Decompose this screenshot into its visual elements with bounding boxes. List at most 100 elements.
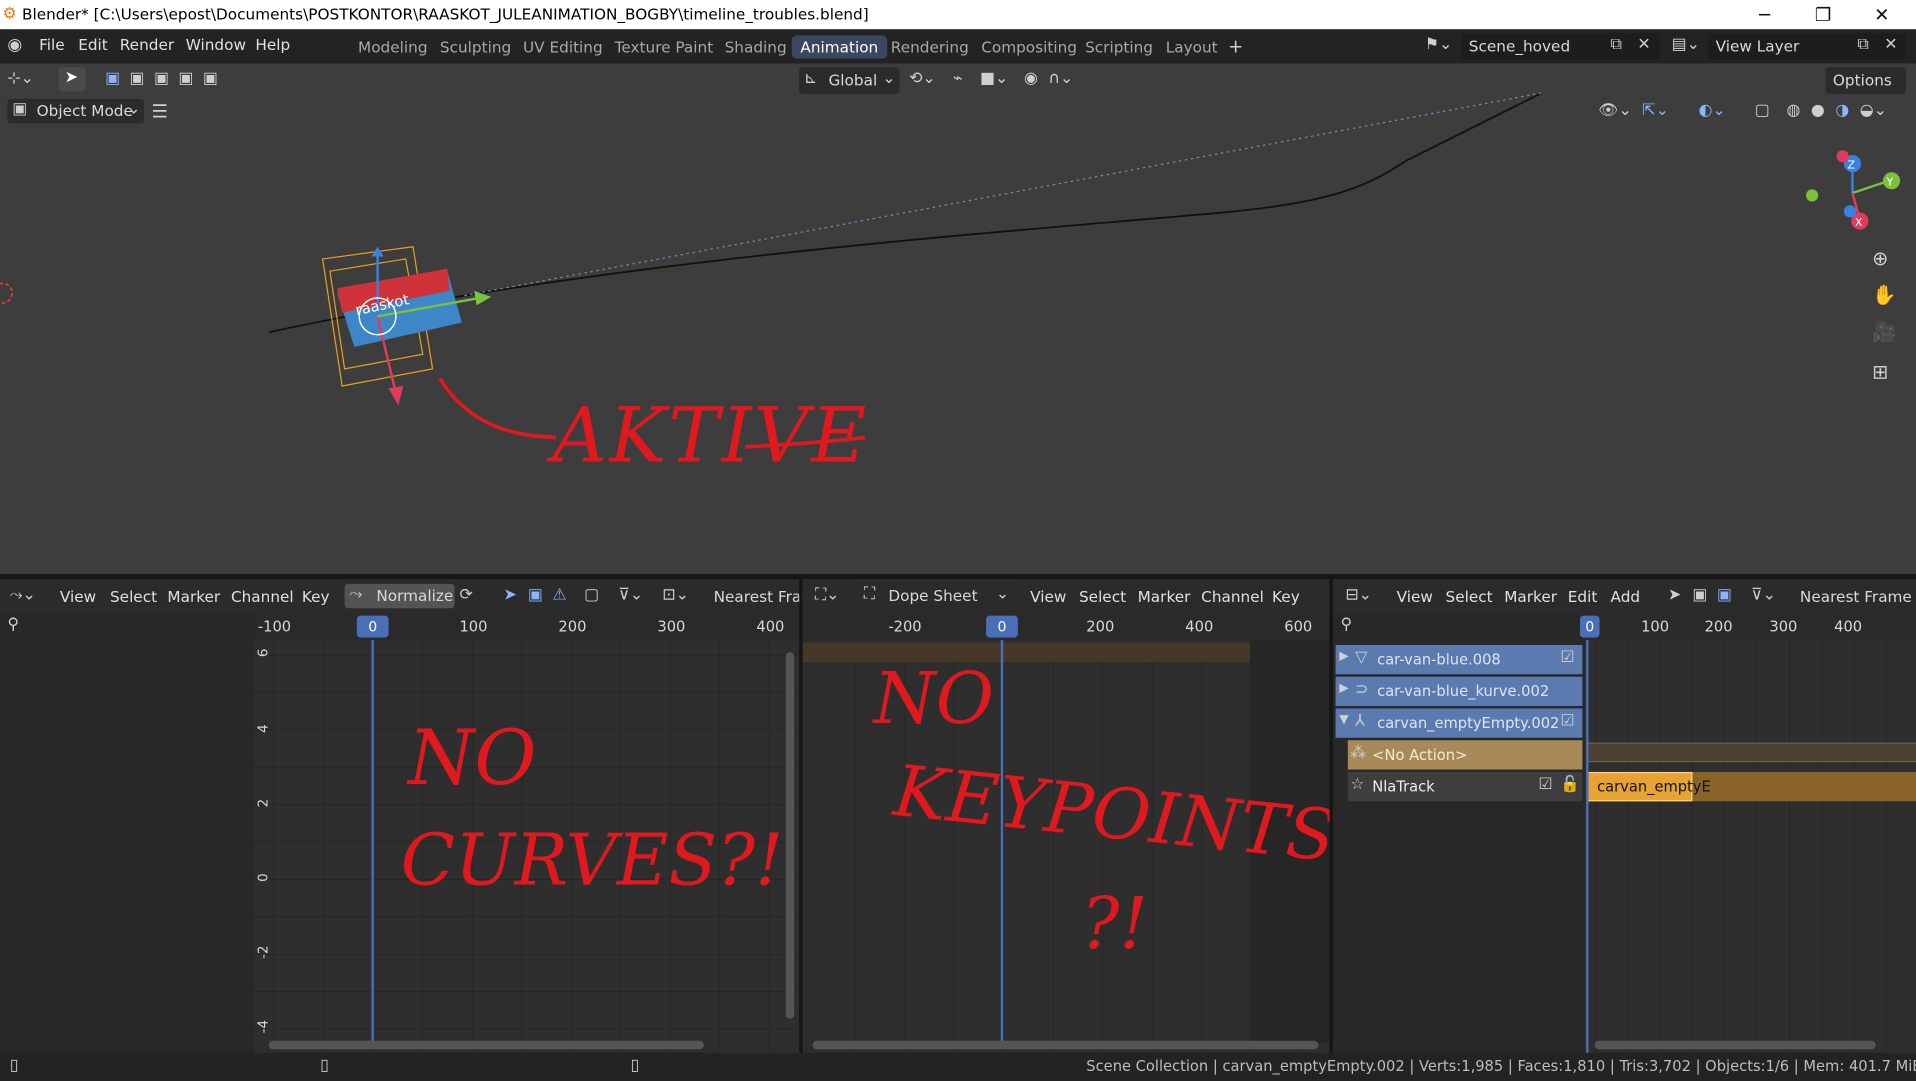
dope-sheet-mode-dropdown[interactable]: ⛶ Dope Sheet ⌄ xyxy=(859,583,1013,609)
only-selected-icon[interactable]: ➤ xyxy=(1668,586,1681,604)
normalize-toggle[interactable]: ⤳ Normalize xyxy=(344,583,455,609)
graph-menu-channel[interactable]: Channel xyxy=(231,588,294,606)
menu-render[interactable]: Render xyxy=(120,35,174,53)
search-icon[interactable]: ⚲ xyxy=(1340,616,1352,634)
graph-menu-select[interactable]: Select xyxy=(110,588,157,606)
dope-menu-channel[interactable]: Channel xyxy=(1201,588,1264,606)
star-icon[interactable]: ☆ xyxy=(1350,776,1364,794)
graph-vertical-scrollbar[interactable] xyxy=(785,652,795,1019)
new-view-layer-icon[interactable]: ⧉ xyxy=(1857,35,1868,53)
nla-channel-object[interactable]: ▼ ⅄ carvan_emptyEmpty.002 ☑ xyxy=(1335,708,1583,738)
editor-type-icon[interactable]: ⊟⌄ xyxy=(1345,586,1372,604)
checkbox-icon[interactable]: ☑ xyxy=(1538,776,1552,794)
blender-menu-icon[interactable]: ◉ xyxy=(7,35,22,55)
nla-channel-object[interactable]: ▶ ▽ car-van-blue.008 ☑ xyxy=(1335,644,1583,675)
graph-menu-key[interactable]: Key xyxy=(302,588,330,606)
delete-scene-icon[interactable]: ✕ xyxy=(1637,35,1650,53)
tab-layout[interactable]: Layout xyxy=(1157,35,1226,58)
minimize-button[interactable]: ─ xyxy=(1740,1,1789,28)
dope-time-ruler[interactable]: -200 200 400 600 xyxy=(802,613,1330,641)
graph-channel-list[interactable]: ⚲ xyxy=(0,613,255,1053)
tab-rendering[interactable]: Rendering xyxy=(882,35,977,58)
nla-menu-marker[interactable]: Marker xyxy=(1504,588,1557,606)
nla-playhead[interactable]: 0 xyxy=(1579,615,1600,638)
nla-snap-label[interactable]: Nearest Frame xyxy=(1800,588,1912,606)
tab-animation[interactable]: Animation xyxy=(791,35,887,59)
search-icon[interactable]: ⚲ xyxy=(7,616,19,634)
view-layer-field[interactable]: View Layer ⧉ ✕ xyxy=(1708,32,1907,60)
nla-strip[interactable]: carvan_emptyE xyxy=(1587,771,1711,802)
dope-horizontal-scrollbar[interactable] xyxy=(812,1040,1319,1050)
close-button[interactable]: ✕ xyxy=(1857,1,1906,28)
tab-modeling[interactable]: Modeling xyxy=(349,35,436,58)
tab-uv-editing[interactable]: UV Editing xyxy=(514,35,611,58)
pin-icon[interactable]: ▢ xyxy=(584,586,599,604)
tab-scripting[interactable]: Scripting xyxy=(1077,35,1162,58)
delete-view-layer-icon[interactable]: ✕ xyxy=(1884,35,1897,53)
nla-menu-select[interactable]: Select xyxy=(1446,588,1493,606)
nla-horizontal-scrollbar[interactable] xyxy=(1594,1040,1876,1050)
nla-menu-add[interactable]: Add xyxy=(1611,588,1641,606)
hand-pan-icon[interactable]: ✋ xyxy=(1872,283,1896,306)
add-workspace-icon[interactable]: + xyxy=(1228,35,1243,57)
tab-sculpting[interactable]: Sculpting xyxy=(431,35,519,58)
expand-arrow-icon[interactable]: ▶ xyxy=(1339,682,1348,695)
menu-edit[interactable]: Edit xyxy=(78,35,108,53)
expand-arrow-icon[interactable]: ▶ xyxy=(1339,650,1348,663)
lock-icon[interactable]: 🔓 xyxy=(1560,776,1580,794)
nla-channel-list[interactable]: ⚲ ▶ ▽ car-van-blue.008 ☑ ▶ ⊃ car-van-blu… xyxy=(1333,613,1585,1053)
editor-type-icon[interactable]: ⤳⌄ xyxy=(10,586,36,604)
filter-icon[interactable]: ⊽⌄ xyxy=(1751,586,1776,604)
checkbox-icon[interactable]: ☑ xyxy=(1560,649,1574,667)
dope-menu-view[interactable]: View xyxy=(1030,588,1066,606)
new-scene-icon[interactable]: ⧉ xyxy=(1611,35,1622,53)
menu-window[interactable]: Window xyxy=(186,35,246,53)
editor-type-icon[interactable]: ⛶⌄ xyxy=(815,586,839,604)
graph-editor[interactable]: ⤳⌄ View Select Marker Channel Key ⤳ Norm… xyxy=(0,578,816,1053)
nla-menu-edit[interactable]: Edit xyxy=(1568,588,1598,606)
zoom-icon[interactable]: ⊕ xyxy=(1872,247,1888,270)
graph-time-ruler[interactable]: -100 100 200 300 400 xyxy=(254,613,800,641)
only-errors-icon[interactable]: ⚠ xyxy=(552,586,566,604)
nla-channel-object[interactable]: ▶ ⊃ car-van-blue_kurve.002 xyxy=(1335,676,1583,707)
view-layer-selector-icon[interactable]: ▤⌄ xyxy=(1672,35,1700,53)
dope-sheet-editor[interactable]: ⛶⌄ ⛶ Dope Sheet ⌄ View Select Marker Cha… xyxy=(802,578,1339,1053)
3d-viewport[interactable]: ⊹⌄ ➤ ▣ ▣ ▣ ▣ ▣ ⊾ Global ⌄ ⟲⌄ ⌁ ■⌄ ◉ ∩⌄ O… xyxy=(0,63,1916,575)
collapse-arrow-icon[interactable]: ▼ xyxy=(1339,713,1348,726)
nla-time-ruler[interactable]: 100 200 300 400 xyxy=(1584,613,1916,641)
filter-icon[interactable]: ⊽⌄ xyxy=(618,586,643,604)
tab-compositing[interactable]: Compositing xyxy=(973,35,1086,58)
nla-track[interactable]: ☆ NlaTrack ☑ 🔓 xyxy=(1347,771,1583,802)
include-missing-icon[interactable]: ▣ xyxy=(1717,586,1732,604)
tab-shading[interactable]: Shading xyxy=(716,35,795,58)
checkbox-icon[interactable]: ☑ xyxy=(1560,712,1574,730)
menu-help[interactable]: Help xyxy=(255,35,290,53)
show-hidden-icon[interactable]: ▣ xyxy=(528,586,543,604)
graph-horizontal-scrollbar[interactable] xyxy=(268,1040,704,1050)
graph-menu-view[interactable]: View xyxy=(60,588,96,606)
dope-menu-select[interactable]: Select xyxy=(1079,588,1126,606)
axis-x-label: X xyxy=(1855,216,1863,229)
camera-icon[interactable]: 🎥 xyxy=(1872,320,1896,343)
dope-menu-key[interactable]: Key xyxy=(1272,588,1300,606)
car-van-object xyxy=(321,246,492,406)
nla-editor[interactable]: ⊟⌄ View Select Marker Edit Add ➤ ▣ ▣ ⊽⌄ … xyxy=(1333,578,1916,1053)
nla-area[interactable] xyxy=(1584,640,1916,1053)
show-hidden-icon[interactable]: ▣ xyxy=(1692,586,1707,604)
tab-texture-paint[interactable]: Texture Paint xyxy=(606,35,722,58)
scene-selector-icon[interactable]: ⚑⌄ xyxy=(1425,35,1453,53)
scene-field[interactable]: Scene_hoved ⧉ ✕ xyxy=(1461,32,1660,60)
grid-toggle-icon[interactable]: ⊞ xyxy=(1872,360,1888,383)
only-selected-icon[interactable]: ➤ xyxy=(503,586,516,604)
nla-action-line[interactable]: ⁂ <No Action> xyxy=(1347,740,1583,770)
restore-button[interactable]: ❐ xyxy=(1799,1,1848,28)
refresh-icon[interactable]: ⟳ xyxy=(459,586,472,604)
nla-menu-view[interactable]: View xyxy=(1397,588,1433,606)
graph-playhead[interactable]: 0 xyxy=(356,615,389,638)
pivot-icon[interactable]: ⊡⌄ xyxy=(662,586,689,604)
dope-sheet-mode-label: Dope Sheet xyxy=(888,586,978,605)
dope-menu-marker[interactable]: Marker xyxy=(1138,588,1191,606)
graph-menu-marker[interactable]: Marker xyxy=(167,588,220,606)
menu-file[interactable]: File xyxy=(39,35,65,53)
dope-playhead[interactable]: 0 xyxy=(986,615,1018,638)
